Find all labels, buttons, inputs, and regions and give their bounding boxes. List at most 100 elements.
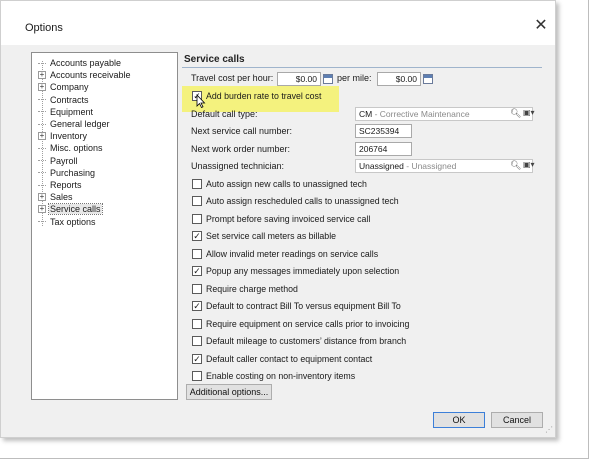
expand-icon[interactable]: + — [38, 205, 46, 214]
tree-connector — [38, 99, 46, 101]
dialog-title: Options — [25, 22, 63, 34]
title-bar: Options ✕ — [1, 1, 555, 45]
unassigned-tech-field[interactable]: Unassigned - Unassigned — [355, 159, 533, 173]
dropdown-arrow-icon[interactable]: ▣▾ — [523, 160, 535, 169]
resize-grip-icon[interactable]: ⋰ — [545, 425, 553, 434]
option-checkbox[interactable] — [192, 283, 202, 294]
tree-connector — [38, 123, 46, 125]
next-work-order-label: Next work order number: — [191, 144, 291, 154]
tree-item-label: Contracts — [50, 94, 89, 105]
default-call-type-label: Default call type: — [191, 109, 258, 119]
tree-item[interactable]: General ledger — [38, 118, 111, 130]
unassigned-tech-label: Unassigned technician: — [191, 161, 285, 171]
tree-item[interactable]: Purchasing — [38, 167, 96, 179]
next-service-call-input[interactable]: SC235394 — [355, 124, 412, 138]
option-checkbox-row[interactable]: Prompt before saving invoiced service ca… — [192, 213, 370, 225]
tree-item[interactable]: Payroll — [38, 155, 79, 167]
panel-divider — [182, 67, 542, 68]
option-checkbox-label: Prompt before saving invoiced service ca… — [206, 213, 371, 224]
option-checkbox-row[interactable]: Default mileage to customers’ distance f… — [192, 335, 406, 347]
cancel-button[interactable]: Cancel — [491, 412, 543, 428]
option-checkbox[interactable] — [192, 336, 202, 347]
option-checkbox-label: Enable costing on non-inventory items — [206, 370, 356, 381]
option-checkbox[interactable] — [192, 318, 202, 329]
travel-cost-per-hour-input[interactable]: $0.00 — [277, 72, 321, 86]
tree-item-label: Service calls — [48, 203, 103, 216]
tree-item[interactable]: + Accounts receivable — [38, 69, 132, 81]
tree-item[interactable]: + Sales — [38, 191, 74, 203]
expand-icon[interactable]: + — [38, 83, 46, 92]
tree-item[interactable]: + Service calls — [38, 203, 103, 216]
option-checkbox-row[interactable]: Require charge method — [192, 283, 298, 295]
option-checkbox[interactable]: ✓ — [192, 266, 202, 277]
tree-item-label: Sales — [50, 192, 73, 203]
option-checkbox[interactable]: ✓ — [192, 301, 202, 312]
tree-item[interactable]: Misc. options — [38, 142, 104, 154]
tree-item[interactable]: Reports — [38, 179, 83, 191]
default-call-type-field[interactable]: CM - Corrective Maintenance — [355, 107, 533, 121]
option-checkbox-row[interactable]: Enable costing on non-inventory items — [192, 370, 355, 382]
option-checkbox-label: Set service call meters as billable — [206, 231, 337, 242]
tree-item-label: Tax options — [50, 216, 96, 227]
option-checkbox[interactable]: ✓ — [192, 353, 202, 364]
burden-rate-checkbox-row[interactable]: ✓ Add burden rate to travel cost — [192, 90, 321, 102]
lookup-icon[interactable]: 🔍︎ — [510, 160, 521, 171]
option-checkbox-row[interactable]: ✓ Set service call meters as billable — [192, 230, 336, 242]
tree-item-label: Company — [50, 82, 89, 93]
tree-connector — [38, 62, 46, 64]
lookup-icon[interactable]: 🔍︎ — [510, 108, 521, 119]
option-checkbox-row[interactable]: ✓ Default caller contact to equipment con… — [192, 353, 372, 365]
option-checkbox[interactable]: ✓ — [192, 231, 202, 242]
calculator-icon[interactable] — [323, 74, 333, 84]
dropdown-arrow-icon[interactable]: ▣▾ — [523, 108, 535, 117]
option-checkbox[interactable] — [192, 179, 202, 189]
tree-connector — [38, 160, 46, 162]
tree-item-label: Accounts payable — [50, 58, 122, 68]
next-work-order-input[interactable]: 206764 — [355, 142, 412, 156]
mouse-cursor-icon — [196, 94, 206, 108]
close-icon[interactable]: ✕ — [532, 17, 550, 35]
tree-item[interactable]: Tax options — [38, 216, 97, 228]
tree-item-label: Equipment — [50, 106, 94, 117]
options-tree[interactable]: Accounts payable + Accounts receivable + Com… — [31, 52, 178, 400]
tree-connector — [38, 184, 46, 186]
tree-item[interactable]: + Inventory — [38, 130, 88, 142]
option-checkbox-label: Allow invalid meter readings on service … — [206, 248, 379, 259]
option-checkbox-label: Require charge method — [206, 283, 298, 294]
option-checkbox-row[interactable]: Auto assign new calls to unassigned tech — [192, 178, 367, 190]
next-service-call-label: Next service call number: — [191, 126, 293, 136]
ok-button[interactable]: OK — [433, 412, 485, 428]
option-checkbox[interactable] — [192, 370, 202, 381]
expand-icon[interactable]: + — [38, 193, 46, 202]
per-mile-label: per mile: — [337, 73, 372, 83]
option-checkbox-label: Popup any messages immediately upon sele… — [206, 266, 400, 277]
tree-item[interactable]: Contracts — [38, 94, 90, 106]
default-call-type-desc: - Corrective Maintenance — [372, 109, 470, 119]
expand-icon[interactable]: + — [38, 71, 46, 80]
per-mile-input[interactable]: $0.00 — [377, 72, 421, 86]
option-checkbox-row[interactable]: Allow invalid meter readings on service … — [192, 248, 378, 260]
tree-connector — [38, 221, 46, 223]
expand-icon[interactable]: + — [38, 132, 46, 141]
tree-connector — [38, 111, 46, 113]
tree-connector — [38, 147, 46, 149]
option-checkbox-label: Default caller contact to equipment cont… — [206, 353, 373, 364]
travel-cost-per-hour-label: Travel cost per hour: — [191, 73, 274, 83]
option-checkbox[interactable] — [192, 213, 202, 224]
option-checkbox-row[interactable]: ✓ Default to contract Bill To versus equi… — [192, 300, 401, 312]
additional-options-button[interactable]: Additional options... — [186, 384, 272, 400]
tree-item-label: Payroll — [50, 155, 78, 166]
option-checkbox-row[interactable]: Auto assign rescheduled calls to unassig… — [192, 195, 399, 207]
service-calls-panel: Service calls Travel cost per hour: $0.0… — [182, 52, 542, 402]
option-checkbox-row[interactable]: Require equipment on service calls prior… — [192, 318, 409, 330]
unassigned-tech-desc: - Unassigned — [403, 161, 457, 171]
option-checkbox[interactable] — [192, 248, 202, 259]
tree-item-label: Reports — [50, 180, 82, 190]
option-checkbox-label: Default to contract Bill To versus equip… — [206, 301, 401, 312]
tree-item[interactable]: Equipment — [38, 106, 94, 118]
tree-item[interactable]: + Company — [38, 81, 90, 93]
calculator-icon[interactable] — [423, 74, 433, 84]
option-checkbox-row[interactable]: ✓ Popup any messages immediately upon sel… — [192, 265, 399, 277]
tree-item[interactable]: Accounts payable — [38, 57, 122, 69]
option-checkbox[interactable] — [192, 196, 202, 207]
